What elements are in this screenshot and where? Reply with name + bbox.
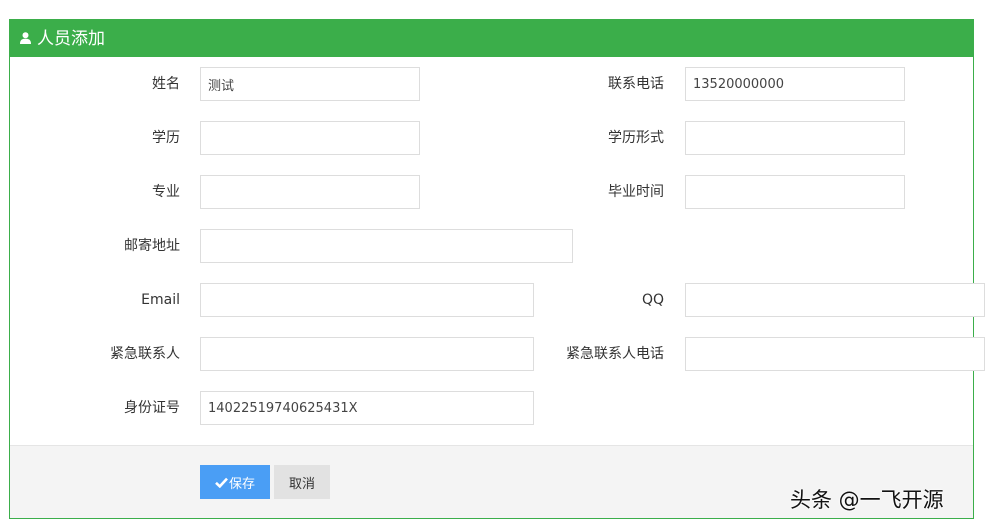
id-number-label: 身份证号 — [124, 400, 180, 416]
education-type-label: 学历形式 — [608, 130, 664, 146]
major-label: 专业 — [152, 184, 180, 200]
panel-title: 人员添加 — [37, 29, 105, 49]
cancel-button[interactable]: 取消 — [274, 465, 330, 499]
mailing-address-input[interactable] — [200, 229, 573, 263]
phone-label: 联系电话 — [608, 76, 664, 92]
graduation-time-label: 毕业时间 — [608, 184, 664, 200]
graduation-time-input[interactable] — [685, 175, 905, 209]
emergency-phone-label: 紧急联系人电话 — [566, 346, 664, 362]
education-type-input[interactable] — [685, 121, 905, 155]
education-label: 学历 — [152, 130, 180, 146]
email-input[interactable] — [200, 283, 534, 317]
emergency-contact-input[interactable] — [200, 337, 534, 371]
name-label: 姓名 — [152, 76, 180, 92]
user-icon — [20, 32, 31, 44]
save-button[interactable]: 保存 — [200, 465, 270, 499]
phone-input[interactable] — [685, 67, 905, 101]
watermark: 头条 @一飞开源 — [790, 488, 944, 512]
qq-input[interactable] — [685, 283, 985, 317]
mailing-address-label: 邮寄地址 — [124, 238, 180, 254]
cancel-button-label: 取消 — [288, 476, 315, 492]
education-input[interactable] — [200, 121, 420, 155]
panel-header: 人员添加 — [10, 20, 973, 57]
emergency-phone-input[interactable] — [685, 337, 985, 371]
id-number-input[interactable] — [200, 391, 534, 425]
emergency-contact-label: 紧急联系人 — [110, 346, 180, 362]
email-label: Email — [141, 292, 180, 308]
qq-label: QQ — [641, 292, 664, 308]
check-icon — [215, 477, 228, 488]
name-input[interactable] — [200, 67, 420, 101]
save-button-label: 保存 — [228, 476, 255, 492]
major-input[interactable] — [200, 175, 420, 209]
